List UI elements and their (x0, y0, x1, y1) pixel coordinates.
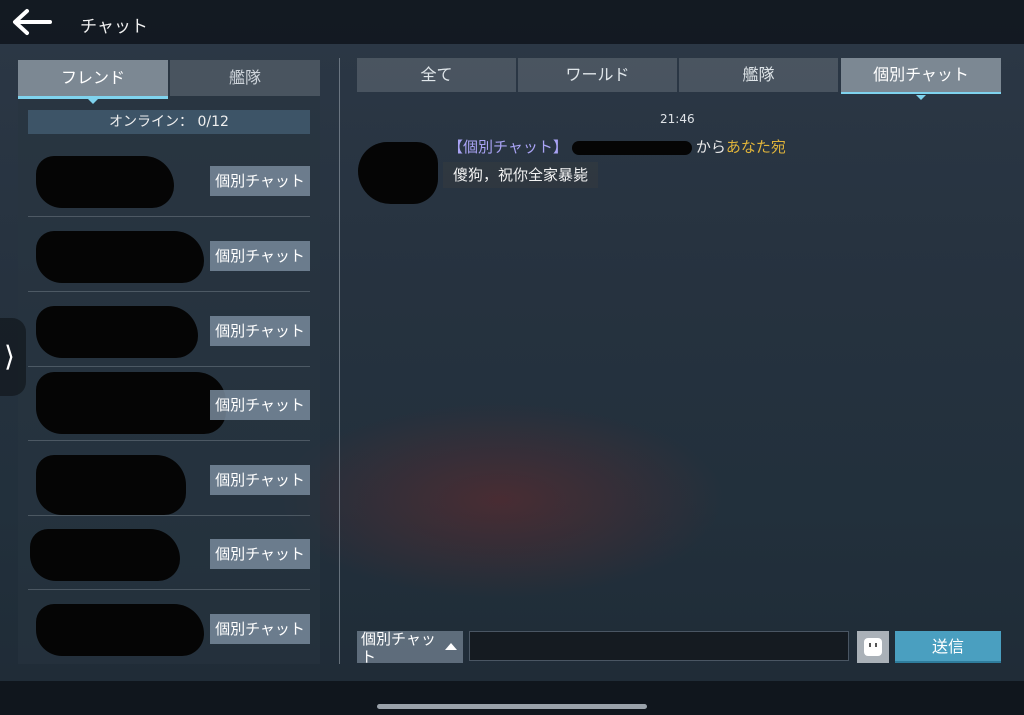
friend-row: 個別チャット (28, 515, 310, 590)
redacted-friend-name (36, 455, 186, 515)
tab-friends[interactable]: フレンド (18, 60, 168, 104)
redacted-friend-name (36, 604, 204, 656)
tab-fleet-label: 艦隊 (228, 68, 261, 87)
tab-friends-label: フレンド (60, 68, 125, 87)
tab-fleet-channel[interactable]: 艦隊 (679, 58, 838, 92)
redacted-sender-name (571, 140, 692, 155)
back-arrow-icon[interactable] (10, 8, 52, 36)
private-chat-button[interactable]: 個別チャット (210, 390, 310, 420)
private-chat-button[interactable]: 個別チャット (210, 614, 310, 644)
channel-select[interactable]: 個別チャット (357, 630, 463, 666)
page-title: チャット (80, 17, 148, 37)
chat-input[interactable] (469, 631, 849, 661)
redacted-friend-name (36, 156, 174, 208)
friend-panel: フレンド 艦隊 オンライン： 0/12 個別チャット 個別チャット 個別チャット… (18, 60, 320, 664)
chevron-right-icon: ⟩ (4, 340, 15, 373)
message-timestamp: 21:46 (660, 112, 695, 126)
redacted-friend-name (36, 306, 198, 358)
channel-tag: 【個別チャット】 (448, 138, 568, 156)
message-header: 【個別チャット】 からあなた宛 (448, 137, 786, 157)
friend-row: 個別チャット (28, 142, 310, 217)
home-indicator[interactable] (377, 704, 647, 709)
friend-row: 個別チャット (28, 590, 310, 664)
friend-row: 個別チャット (28, 441, 310, 516)
active-tab-indicator (88, 99, 98, 104)
redacted-friend-name (36, 372, 226, 434)
channel-tabs: 全て ワールド 艦隊 個別チャット (357, 58, 1001, 100)
recipient-text: あなた宛 (725, 138, 786, 156)
private-chat-button[interactable]: 個別チャット (210, 465, 310, 495)
online-count: オンライン： 0/12 (28, 110, 310, 134)
private-chat-button[interactable]: 個別チャット (210, 539, 310, 569)
private-chat-button[interactable]: 個別チャット (210, 166, 310, 196)
active-tab-indicator (916, 95, 926, 100)
redacted-friend-name (30, 529, 180, 581)
bottom-bar (0, 681, 1024, 715)
private-chat-button[interactable]: 個別チャット (210, 241, 310, 271)
emoji-icon (864, 638, 882, 656)
private-chat-button[interactable]: 個別チャット (210, 316, 310, 346)
panel-divider (339, 58, 340, 664)
emoji-button[interactable] (857, 631, 889, 663)
send-button[interactable]: 送信 (895, 631, 1001, 663)
tab-fleet[interactable]: 艦隊 (170, 60, 320, 96)
tab-all[interactable]: 全て (357, 58, 516, 92)
top-bar: チャット (0, 0, 1024, 44)
caret-up-icon (445, 643, 457, 650)
tab-private-chat-label: 個別チャット (873, 65, 969, 84)
side-drawer-handle[interactable]: ⟩ (0, 318, 26, 396)
tab-world[interactable]: ワールド (518, 58, 677, 92)
message-bubble: 傻狗，祝你全家暴毙 (443, 162, 599, 188)
redacted-avatar (358, 142, 438, 204)
redacted-friend-name (36, 231, 204, 283)
friend-row: 個別チャット (28, 217, 310, 292)
from-text: から (695, 138, 726, 156)
channel-select-label: 個別チャット (361, 630, 436, 666)
tab-private-chat[interactable]: 個別チャット (841, 58, 1001, 100)
friend-row: 個別チャット (28, 292, 310, 367)
friend-row: 個別チャット (28, 366, 310, 441)
